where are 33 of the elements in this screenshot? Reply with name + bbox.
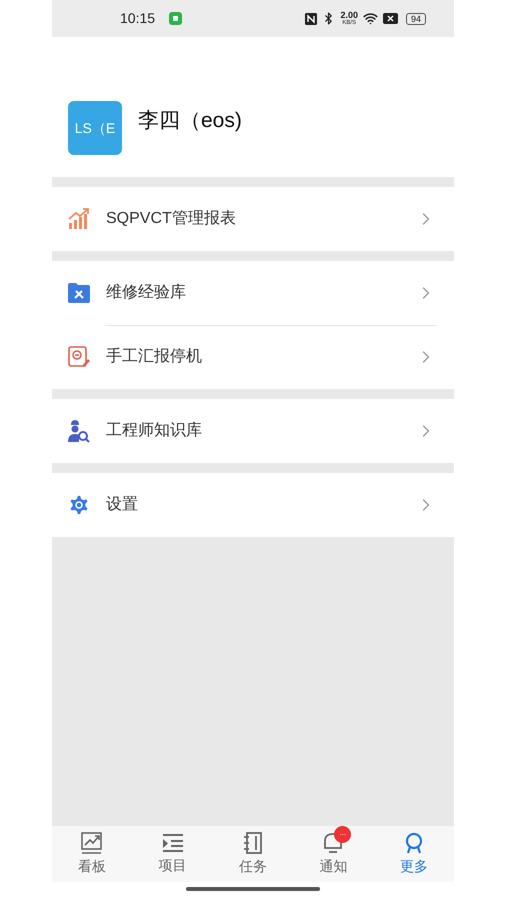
menu-item[interactable]: 设置 xyxy=(52,473,454,537)
menu-item[interactable]: 工程师知识库 xyxy=(52,399,454,463)
tab[interactable]: 任务 xyxy=(212,826,294,882)
wifi-icon xyxy=(362,11,378,26)
battery-level: 94 xyxy=(406,12,426,24)
network-speed: 2.00 xyxy=(340,11,358,20)
tab[interactable]: 看板 xyxy=(52,826,132,882)
tab[interactable]: 项目 xyxy=(132,826,213,882)
tools-folder-icon xyxy=(68,283,90,303)
notification-badge: ... xyxy=(334,826,352,842)
line-chart-icon xyxy=(81,832,104,854)
menu-item-label: SQPVCT管理报表 xyxy=(106,208,236,229)
menu-item-label: 维修经验库 xyxy=(106,282,186,303)
list-icon xyxy=(162,832,184,852)
shield-icon xyxy=(169,12,182,25)
menu-item-label: 工程师知识库 xyxy=(106,420,202,441)
tab[interactable]: 更多 xyxy=(374,826,454,882)
notebook-icon xyxy=(243,832,264,854)
status-time: 10:15 xyxy=(120,9,156,28)
menu-item[interactable]: 手工汇报停机 xyxy=(52,325,454,389)
menu-item-label: 手工汇报停机 xyxy=(106,346,202,367)
menu-item[interactable]: 维修经验库 xyxy=(52,261,454,325)
tab[interactable]: ... 通知 xyxy=(293,826,374,882)
edit-form-icon xyxy=(68,346,90,368)
menu-item[interactable]: SQPVCT管理报表 xyxy=(52,187,454,251)
engineer-search-icon xyxy=(68,419,90,443)
user-name: 李四（eos) xyxy=(138,108,242,134)
bell-icon xyxy=(322,832,344,854)
bar-chart-icon xyxy=(68,208,90,230)
avatar-initials: LS（E xyxy=(74,118,116,138)
nfc-icon xyxy=(305,12,318,24)
menu-item-label: 设置 xyxy=(106,495,138,515)
sim-off-icon xyxy=(382,13,398,24)
